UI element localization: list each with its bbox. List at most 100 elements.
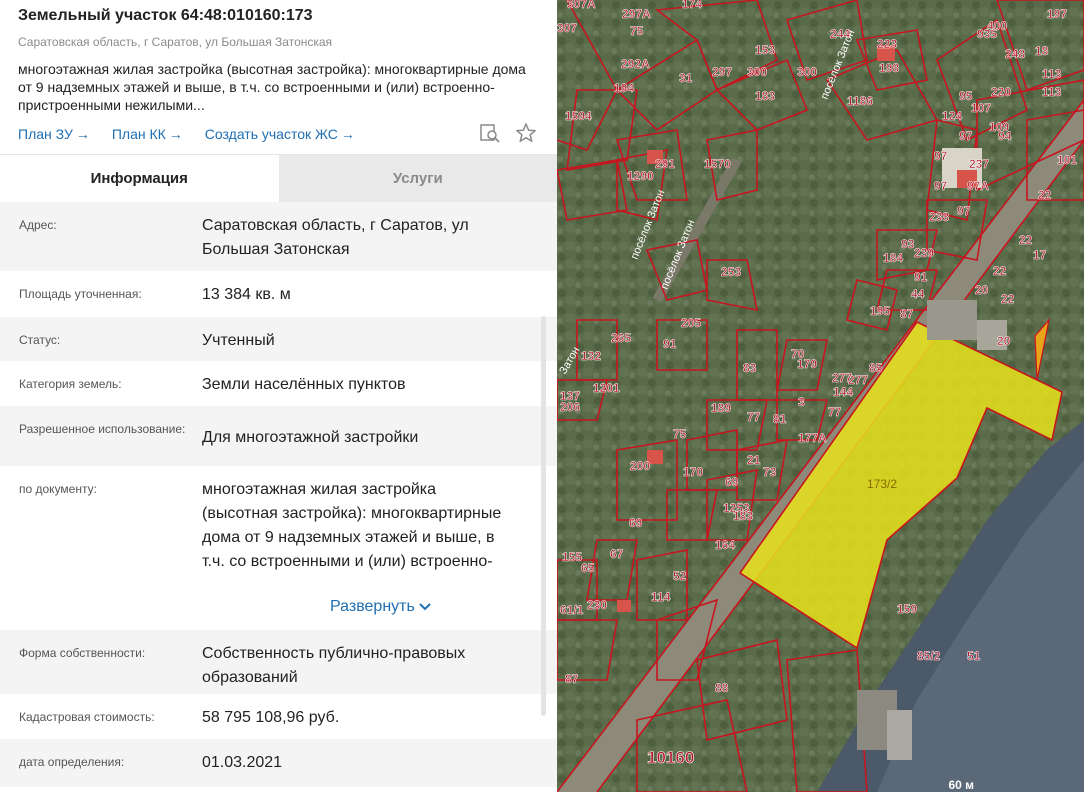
parcel-number-label: 197 (1047, 7, 1067, 21)
parcel-number-label: 205 (681, 316, 701, 330)
info-label: Статус: (19, 333, 61, 347)
parcel-number-label: 91 (914, 270, 928, 284)
parcel-number-label: 237 (969, 157, 989, 171)
parcel-number-label: 20 (997, 334, 1011, 348)
parcel-number-label: 77 (828, 405, 842, 419)
info-table: Адрес: Саратовская область, г Саратов, у… (0, 202, 557, 792)
parcel-number-label: 97 (957, 204, 971, 218)
parcel-number-label: 22 (1038, 188, 1052, 202)
tab-information[interactable]: Информация (0, 155, 279, 202)
parcel-number-label: 183 (733, 509, 753, 523)
parcel-number-label: 101 (1057, 153, 1077, 167)
info-row-area: Площадь уточненная: 13 384 кв. м (0, 271, 557, 317)
parcel-number-label: 307А (567, 0, 596, 11)
info-row-permitted-use: Разрешенное использование: Для многоэтаж… (0, 406, 557, 466)
plan-zu-link[interactable]: План ЗУ → (18, 126, 90, 142)
parcel-number-label: 253 (721, 265, 741, 279)
info-label: Категория земель: (19, 377, 122, 391)
parcel-number-label: 97 (934, 149, 948, 163)
arrow-right-icon: → (168, 126, 183, 142)
parcel-number-label: 170 (683, 465, 703, 479)
parcel-number-label: 935 (977, 27, 997, 41)
info-value: многоэтажная жилая застройка (высотная з… (202, 481, 502, 570)
parcel-number-label: 69 (629, 516, 643, 530)
parcel-number-label: 265 (611, 331, 631, 345)
parcel-info-panel: Земельный участок 64:48:010160:173 Сарат… (0, 0, 557, 792)
block-label: 10160 (647, 748, 694, 767)
info-label: Разрешенное использование: (19, 422, 186, 436)
create-zhs-parcel-link[interactable]: Создать участок ЖС → (205, 126, 355, 142)
expand-button[interactable]: Развернуть (330, 598, 432, 616)
panel-header: Земельный участок 64:48:010160:173 Сарат… (0, 0, 557, 154)
parcel-number-label: 31 (679, 71, 693, 85)
info-row-valuation-date: дата определения: 01.03.2021 (0, 739, 557, 787)
header-actions (479, 123, 537, 143)
parcel-number-label: 44 (911, 287, 925, 301)
info-value: Земли населённых пунктов (202, 376, 406, 393)
info-value: Саратовская область, г Саратов, ул Больш… (202, 217, 469, 258)
parcel-number-label: 223 (877, 37, 897, 51)
parcel-number-label: 51 (967, 649, 981, 663)
parcel-number-label: 22 (1019, 233, 1033, 247)
parcel-number-label: 67 (610, 547, 624, 561)
parcel-number-label: 1186 (847, 94, 873, 108)
parcel-number-label: 91 (663, 337, 677, 351)
chevron-down-icon (419, 603, 431, 611)
map-scale: 60 м (948, 778, 974, 792)
info-label: по документу: (19, 482, 97, 496)
parcel-number-label: 198 (879, 61, 899, 75)
parcel-number-label: 94 (998, 129, 1012, 143)
parcel-number-label: 87 (900, 307, 914, 321)
parcel-number-label: 93 (901, 237, 915, 251)
parcel-number-label: 85 (869, 361, 883, 375)
parcel-number-label: 97А (967, 179, 989, 193)
parcel-number-label: 239 (914, 246, 934, 260)
parcel-number-label: 297 (712, 65, 732, 79)
arrow-right-icon: → (340, 126, 355, 142)
parcel-number-label: 307 (557, 21, 577, 35)
parcel-number-label: 300 (797, 65, 817, 79)
parcel-number-label: 22 (1001, 292, 1015, 306)
panel-scrollbar[interactable] (541, 316, 546, 716)
parcel-number-label: 144 (833, 385, 853, 399)
star-icon[interactable] (515, 123, 537, 143)
info-row-ownership: Форма собственности: Собственность публи… (0, 630, 557, 694)
parcel-number-label: 230 (587, 598, 607, 612)
parcel-number-label: 244 (830, 27, 850, 41)
info-row-address: Адрес: Саратовская область, г Саратов, у… (0, 202, 557, 271)
tab-services[interactable]: Услуги (278, 155, 557, 202)
parcel-number-label: 18 (1035, 44, 1049, 58)
info-row-by-document: по документу: многоэтажная жилая застрой… (0, 466, 557, 630)
parcel-number-label: 75 (630, 24, 644, 38)
parcel-number-label: 220 (991, 85, 1011, 99)
parcel-number-label: 297А (622, 7, 651, 21)
info-row-cadastral-value: Кадастровая стоимость: 58 795 108,96 руб… (0, 694, 557, 739)
parcel-number-label: 277 (832, 371, 852, 385)
parcel-number-label: 1570 (704, 157, 731, 171)
parcel-description: многоэтажная жилая застройка (высотная з… (18, 61, 526, 113)
parcel-number-label: 52 (673, 569, 687, 583)
info-label: Кадастровая стоимость: (19, 710, 155, 724)
info-value: Учтенный (202, 332, 275, 349)
search-document-icon[interactable] (479, 123, 501, 143)
parcel-number-label: 132 (581, 349, 601, 363)
parcel-number-label: 69 (725, 475, 739, 489)
info-label: Форма собственности: (19, 646, 146, 660)
parcel-number-label: 114 (651, 590, 671, 604)
plan-kk-link[interactable]: План КК → (112, 126, 183, 142)
parcel-number-label: 97 (934, 179, 948, 193)
info-value: 13 384 кв. м (202, 286, 291, 303)
info-label: Адрес: (19, 218, 57, 232)
parcel-number-label: 1594 (565, 109, 592, 123)
info-value: Для многоэтажной застройки (202, 429, 419, 446)
parcel-number-label: 113 (1042, 67, 1062, 81)
info-value: Собственность публично-правовых образова… (202, 645, 466, 686)
info-value: 01.03.2021 (202, 754, 283, 771)
parcel-number-label: 3 (798, 395, 805, 409)
parcel-number-label: 17 (1033, 248, 1047, 262)
cadastral-map[interactable]: 173/2 посёлок Затон посёлок Затон посёло… (557, 0, 1084, 792)
parcel-number-label: 164 (715, 538, 735, 552)
parcel-number-label: 174 (682, 0, 702, 11)
map-canvas[interactable]: 173/2 посёлок Затон посёлок Затон посёло… (557, 0, 1084, 792)
info-label: дата определения: (19, 755, 125, 769)
